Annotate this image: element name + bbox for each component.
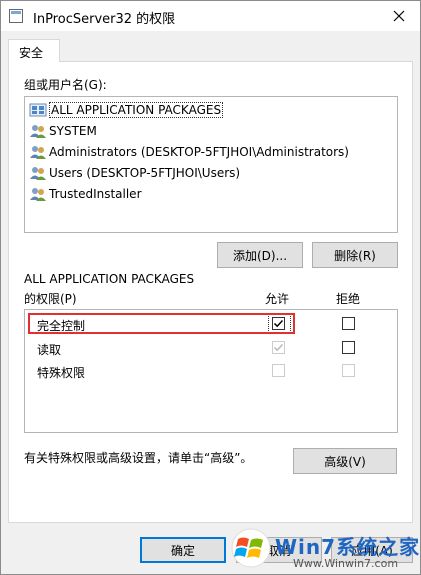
window-title: InProcServer32 的权限 [33,12,176,27]
permissions-for-label: ALL APPLICATION PACKAGES [24,272,195,286]
highlight-box [28,313,295,334]
tab-security-label: 安全 [19,46,44,60]
list-item[interactable]: Users (DESKTOP-5FTJHOI\Users) [29,163,240,183]
permission-label-read: 读取 [37,343,62,357]
allow-column-header: 允许 [265,292,290,306]
watermark-brand: Win7系统之家 [275,535,421,559]
users-icon [30,125,46,138]
remove-button[interactable]: 删除(R) [312,242,398,268]
groups-label: 组或用户名(G): [24,78,107,92]
permissions-dialog: InProcServer32 的权限 安全 组或用户名(G): ALL APPL… [0,0,421,575]
permission-label-special: 特殊权限 [37,366,86,380]
deny-full-control-checkbox[interactable] [342,317,355,330]
list-item[interactable]: SYSTEM [29,121,97,141]
list-item[interactable]: ALL APPLICATION PACKAGES [29,100,224,120]
list-item-label: ALL APPLICATION PACKAGES [49,102,224,118]
list-item-label: TrustedInstaller [49,187,142,201]
list-item-label: SYSTEM [49,124,97,138]
advanced-button[interactable]: 高级(V) [293,448,397,474]
groups-list[interactable]: ALL APPLICATION PACKAGES SYSTEM Administ… [24,96,398,233]
windows-logo-icon [231,528,271,568]
permissions-title-label: 的权限(P) [24,292,77,306]
package-icon [29,103,47,117]
close-button[interactable] [378,1,420,31]
list-item[interactable]: Administrators (DESKTOP-5FTJHOI\Administ… [29,142,349,162]
tab-security[interactable]: 安全 [8,39,60,62]
watermark-url: Www.Winwin7.com [293,557,399,570]
ok-button[interactable]: 确定 [140,537,226,563]
list-item-label: Administrators (DESKTOP-5FTJHOI\Administ… [49,145,349,159]
deny-column-header: 拒绝 [336,292,361,306]
close-icon [393,10,405,22]
deny-read-checkbox[interactable] [342,341,355,354]
window-icon [9,9,23,23]
users-icon [30,167,46,180]
watermark: Win7系统之家 Www.Winwin7.com [229,527,419,573]
users-icon [30,188,46,201]
add-button[interactable]: 添加(D)... [217,242,303,268]
allow-read-checkbox [272,341,285,354]
allow-special-checkbox [272,364,285,377]
advanced-hint: 有关特殊权限或高级设置，请单击“高级”。 [24,451,253,465]
checkmark-icon [273,343,284,352]
list-item[interactable]: TrustedInstaller [29,184,142,204]
users-icon [30,146,46,159]
deny-special-checkbox [342,364,355,377]
title-bar: InProcServer32 的权限 [1,1,420,31]
list-item-label: Users (DESKTOP-5FTJHOI\Users) [49,166,241,180]
